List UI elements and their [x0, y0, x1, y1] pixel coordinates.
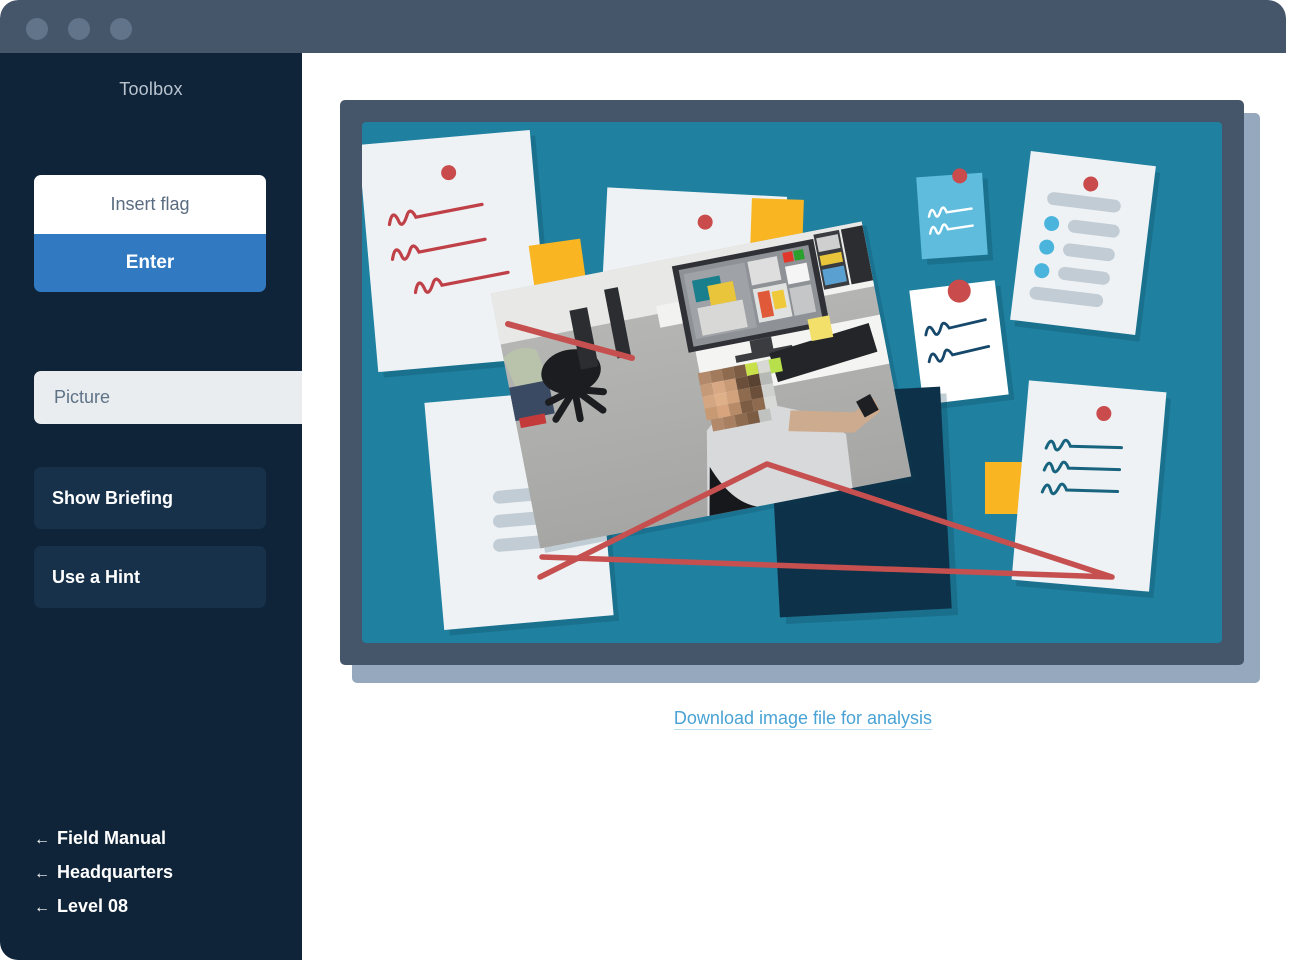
app-window: Toolbox Enter Picture Show Briefing Use … — [0, 0, 1286, 960]
nav-link-level-08[interactable]: ← Level 08 — [34, 890, 274, 924]
flag-input[interactable] — [34, 175, 266, 234]
nav-link-headquarters-label: Headquarters — [57, 862, 174, 882]
sidebar-item-picture[interactable]: Picture — [34, 371, 302, 424]
download-image-link[interactable]: Download image file for analysis — [302, 708, 1286, 729]
sidebar: Toolbox Enter Picture Show Briefing Use … — [0, 53, 302, 960]
back-arrow-icon: ← — [34, 865, 50, 882]
traffic-light-group — [26, 18, 132, 40]
nav-link-field-manual-label: Field Manual — [57, 828, 167, 848]
nav-link-field-manual[interactable]: ← Field Manual — [34, 822, 274, 856]
nav-link-level-08-label: Level 08 — [57, 896, 129, 916]
board-surface — [362, 122, 1222, 643]
use-a-hint-button[interactable]: Use a Hint — [34, 546, 266, 608]
back-arrow-icon: ← — [34, 899, 50, 916]
close-window-icon[interactable] — [26, 18, 48, 40]
enter-button[interactable]: Enter — [34, 234, 266, 292]
sidebar-title: Toolbox — [119, 79, 183, 99]
sidebar-item-picture-label: Picture — [54, 387, 111, 407]
window-titlebar — [0, 0, 1286, 53]
minimize-window-icon[interactable] — [68, 18, 90, 40]
back-arrow-icon: ← — [34, 831, 50, 848]
sidebar-nav-links: ← Field Manual ← Headquarters ← Level 08 — [34, 822, 274, 924]
show-briefing-button[interactable]: Show Briefing — [34, 467, 266, 529]
red-string-overlay — [505, 321, 1115, 580]
main-content: Download image file for analysis — [302, 53, 1286, 960]
nav-link-headquarters[interactable]: ← Headquarters — [34, 856, 274, 890]
maximize-window-icon[interactable] — [110, 18, 132, 40]
evidence-board-image — [340, 100, 1260, 683]
flag-submit-group: Enter — [34, 175, 266, 292]
